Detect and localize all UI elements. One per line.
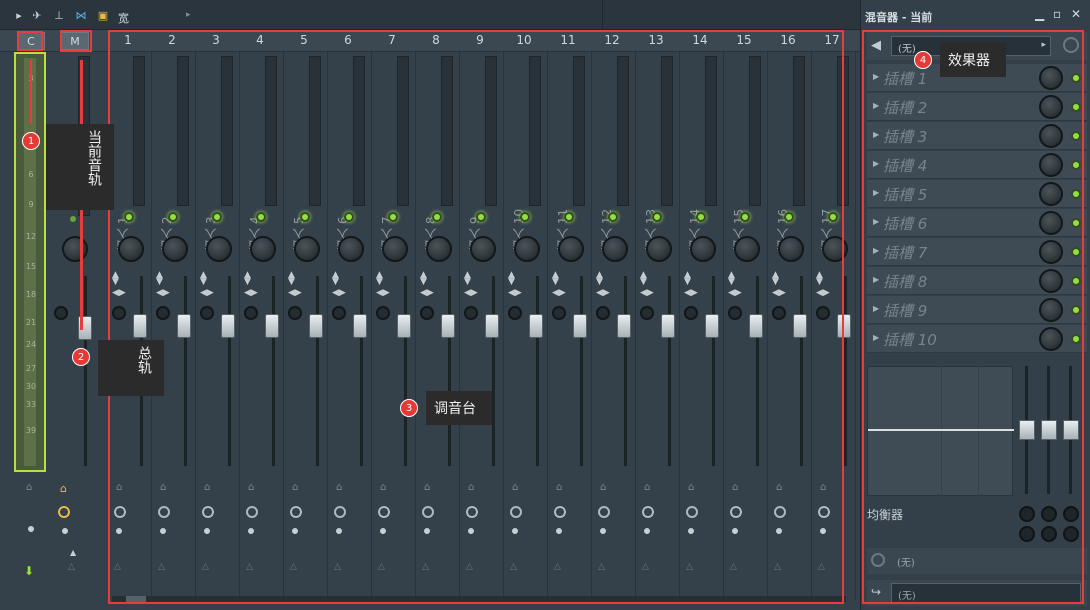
master-mic-icon[interactable]: ⌂ bbox=[60, 482, 67, 495]
annotation-text-3: 调音台 bbox=[434, 401, 476, 417]
master-clock-icon[interactable] bbox=[58, 506, 70, 518]
master-route-icon[interactable]: △ bbox=[68, 562, 75, 572]
master-fader-track bbox=[84, 276, 87, 466]
annotation-text-4: 效果器 bbox=[948, 53, 990, 69]
minimize-icon[interactable]: ▁ bbox=[1035, 7, 1044, 21]
maximize-icon[interactable]: ▫ bbox=[1053, 7, 1061, 21]
annotation-badge-3: 3 bbox=[400, 399, 418, 417]
annotation-tip-2: 总轨 bbox=[98, 340, 164, 396]
annotation-badge-4: 4 bbox=[914, 51, 932, 69]
pin-icon[interactable]: ⊥ bbox=[52, 8, 66, 22]
panel-title: 混音器 - 当前 bbox=[865, 11, 933, 24]
menu-arrow-icon[interactable]: ▸ bbox=[12, 8, 26, 22]
meter-scale-label: 9 bbox=[28, 200, 34, 209]
meter-scale-label: 21 bbox=[25, 318, 37, 327]
meter-scale-label: 27 bbox=[25, 364, 37, 373]
meter-scale-label: 33 bbox=[25, 400, 37, 409]
meter-scale-label: 39 bbox=[25, 426, 37, 435]
master-dot[interactable] bbox=[62, 528, 68, 534]
meter-scale-label: 24 bbox=[25, 340, 37, 349]
close-icon[interactable]: ✕ bbox=[1071, 7, 1081, 21]
annotation-box-mixer bbox=[108, 30, 844, 604]
meter-scale-label: 18 bbox=[25, 290, 37, 299]
annotation-box-current bbox=[17, 31, 43, 51]
annotation-tip-3: 调音台 bbox=[426, 391, 492, 425]
annotation-box-master bbox=[60, 30, 92, 52]
strip-divider bbox=[855, 52, 856, 600]
layout-icon[interactable]: ▣ bbox=[96, 8, 110, 22]
meter-scale-label: 12 bbox=[25, 232, 37, 241]
master-up-icon[interactable]: ▲ bbox=[70, 548, 76, 557]
mixer-toolbar: ▸ ✈ ⊥ ⋈ ▣ 宽 ▸ bbox=[0, 0, 860, 30]
toolbar-divider bbox=[602, 0, 603, 30]
current-dot[interactable] bbox=[28, 526, 34, 532]
master-led[interactable] bbox=[70, 216, 76, 222]
master-pan-knob[interactable] bbox=[62, 236, 88, 262]
meter-scale-label: 30 bbox=[25, 382, 37, 391]
master-stereo-knob[interactable] bbox=[54, 306, 68, 320]
bird-icon[interactable]: ✈ bbox=[30, 8, 44, 22]
current-mic-icon[interactable]: ⌂ bbox=[26, 482, 32, 493]
down-arrow-icon[interactable]: ⬇ bbox=[24, 564, 34, 578]
fader-track bbox=[844, 276, 847, 466]
annotation-box-effects bbox=[862, 30, 1084, 604]
meter-scale-label: 15 bbox=[25, 262, 37, 271]
layout-arrow-icon[interactable]: ▸ bbox=[186, 10, 191, 20]
meter-scale-label: 6 bbox=[28, 170, 34, 179]
annotation-text-1: 当前音轨 bbox=[86, 130, 102, 186]
annotation-tip-4: 效果器 bbox=[940, 43, 1006, 77]
annotation-tip-1: 当前音轨 bbox=[46, 124, 114, 210]
annotation-badge-1: 1 bbox=[22, 132, 40, 150]
annotation-badge-2: 2 bbox=[72, 348, 90, 366]
annotation-text-2: 总轨 bbox=[136, 346, 152, 374]
split-icon[interactable]: ⋈ bbox=[74, 8, 88, 22]
layout-mode-label[interactable]: 宽 bbox=[118, 10, 129, 26]
annotation-arrow-current bbox=[30, 60, 32, 124]
mixer-window: ▸ ✈ ⊥ ⋈ ▣ 宽 ▸ C M 1 2 3 4 5 6 7 8 9 10 11 12 13 14 15 1… bbox=[0, 0, 1090, 610]
